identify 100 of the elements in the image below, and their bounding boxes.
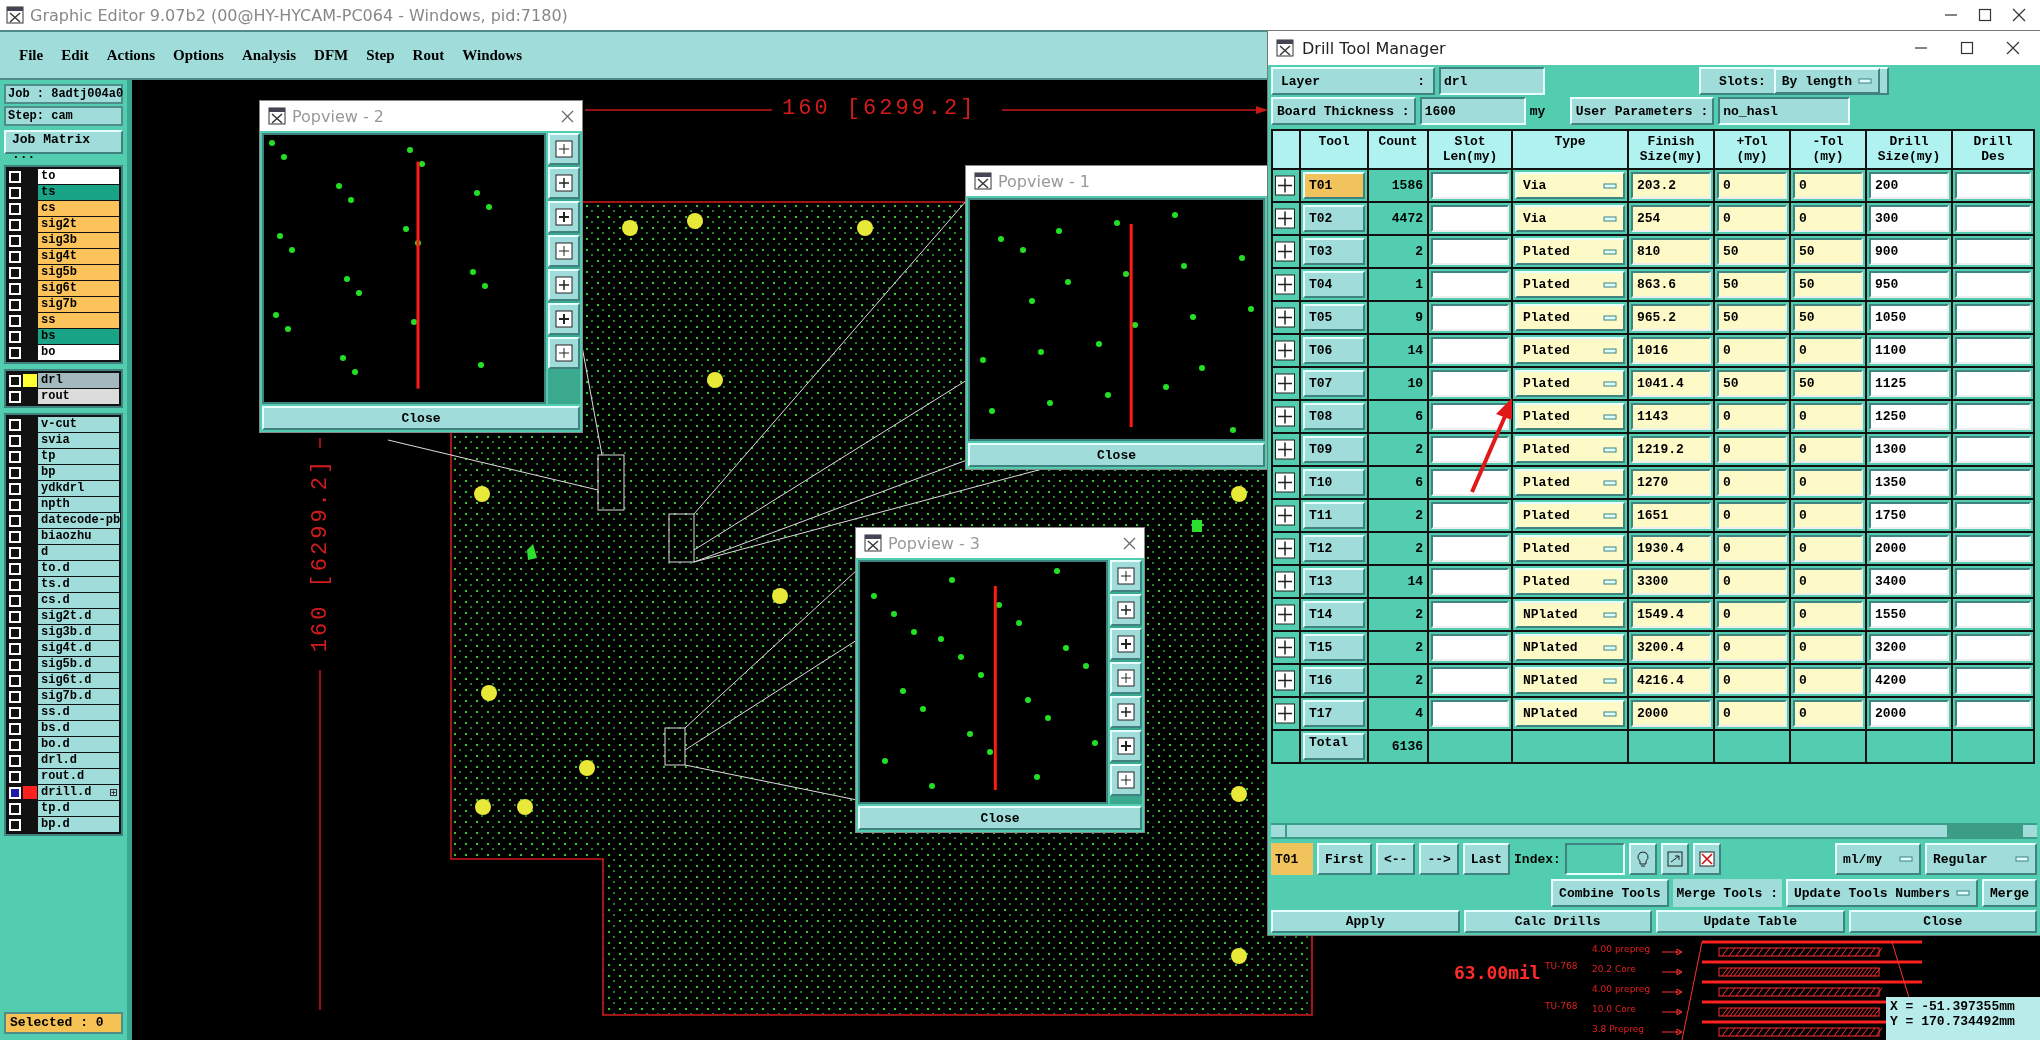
layer-name[interactable]: drill.d — [38, 785, 119, 800]
minus-tolerance-field[interactable]: 0 — [1793, 337, 1863, 364]
layer-name[interactable]: bs — [38, 329, 119, 344]
tool-button[interactable]: T02 — [1303, 205, 1365, 232]
layer-checkbox[interactable] — [9, 170, 21, 183]
drill-designation-field[interactable] — [1955, 535, 2031, 562]
type-dropdown[interactable]: Via — [1515, 205, 1625, 232]
drill-size-field[interactable]: 1350 — [1869, 469, 1949, 496]
finish-size-field[interactable]: 3300 — [1631, 568, 1711, 595]
tool-button[interactable]: T14 — [1303, 601, 1365, 628]
layer-name[interactable]: npth — [38, 497, 119, 512]
menu-item[interactable]: File — [10, 46, 53, 64]
layer-checkbox[interactable] — [9, 418, 21, 431]
plus-tolerance-field[interactable]: 50 — [1717, 238, 1787, 265]
tool-button[interactable]: T07 — [1303, 370, 1365, 397]
drill-designation-field[interactable] — [1955, 238, 2031, 265]
close-button[interactable]: Close — [262, 406, 580, 430]
slot-length-field[interactable] — [1431, 502, 1509, 529]
tool-button[interactable]: T12 — [1303, 535, 1365, 562]
icon-button[interactable] — [1660, 843, 1689, 875]
layer-checkbox[interactable] — [9, 466, 21, 479]
type-dropdown[interactable]: Plated — [1515, 238, 1625, 265]
layer-checkbox[interactable] — [9, 594, 21, 607]
navigation-button[interactable]: Last — [1462, 843, 1511, 875]
navigation-button[interactable]: First — [1317, 843, 1372, 875]
user-parameters-field[interactable]: no_hasl — [1718, 97, 1851, 125]
action-button[interactable]: Apply — [1271, 910, 1460, 933]
layer-name[interactable]: bo.d — [38, 737, 119, 752]
slot-length-field[interactable] — [1431, 205, 1509, 232]
layer-checkbox[interactable] — [9, 498, 21, 511]
view-tool-button[interactable] — [1110, 628, 1142, 660]
minus-tolerance-field[interactable]: 0 — [1793, 535, 1863, 562]
tool-button[interactable]: T06 — [1303, 337, 1365, 364]
drill-designation-field[interactable] — [1955, 700, 2031, 727]
minus-tolerance-field[interactable]: 0 — [1793, 700, 1863, 727]
layer-name[interactable]: sig7b.d — [38, 689, 119, 704]
view-tool-button[interactable] — [1110, 594, 1142, 626]
minus-tolerance-field[interactable]: 0 — [1793, 667, 1863, 694]
maximize-icon[interactable] — [1960, 41, 1974, 55]
menu-item[interactable]: Analysis — [232, 46, 306, 64]
minus-tolerance-field[interactable]: 50 — [1793, 271, 1863, 298]
layer-name[interactable]: ss.d — [38, 705, 119, 720]
layer-name[interactable]: biaozhu — [38, 529, 119, 544]
plus-box-icon[interactable] — [1275, 403, 1295, 430]
drill-size-field[interactable]: 3200 — [1869, 634, 1949, 661]
layer-checkbox[interactable] — [9, 266, 21, 279]
drill-size-field[interactable]: 1300 — [1869, 436, 1949, 463]
drill-size-field[interactable]: 900 — [1869, 238, 1949, 265]
action-button[interactable]: Close — [1848, 910, 2037, 933]
layer-checkbox[interactable] — [9, 610, 21, 623]
layer-checkbox[interactable] — [9, 374, 21, 387]
tool-button[interactable]: T13 — [1303, 568, 1365, 595]
minus-tolerance-field[interactable]: 0 — [1793, 436, 1863, 463]
minus-tolerance-field[interactable]: 50 — [1793, 370, 1863, 397]
layer-name[interactable]: sig5b — [38, 265, 119, 280]
tool-button[interactable]: T03 — [1303, 238, 1365, 265]
minus-tolerance-field[interactable]: 0 — [1793, 403, 1863, 430]
layer-name[interactable]: rout.d — [38, 769, 119, 784]
slot-length-field[interactable] — [1431, 238, 1509, 265]
finish-size-field[interactable]: 863.6 — [1631, 271, 1711, 298]
tool-button[interactable]: T01 — [1303, 172, 1365, 199]
layer-checkbox[interactable] — [9, 818, 21, 831]
drill-size-field[interactable]: 3400 — [1869, 568, 1949, 595]
plus-tolerance-field[interactable]: 0 — [1717, 205, 1787, 232]
drill-designation-field[interactable] — [1955, 337, 2031, 364]
drill-designation-field[interactable] — [1955, 403, 2031, 430]
slot-length-field[interactable] — [1431, 535, 1509, 562]
navigation-button[interactable]: --> — [1419, 843, 1459, 875]
type-dropdown[interactable]: NPlated — [1515, 700, 1625, 727]
type-dropdown[interactable]: Plated — [1515, 469, 1625, 496]
layer-checkbox[interactable] — [9, 546, 21, 559]
menu-item[interactable]: Windows — [453, 46, 531, 64]
tool-button[interactable]: T04 — [1303, 271, 1365, 298]
layer-checkbox[interactable] — [9, 658, 21, 671]
finish-size-field[interactable]: 1651 — [1631, 502, 1711, 529]
close-icon[interactable] — [561, 109, 574, 123]
slot-length-field[interactable] — [1431, 601, 1509, 628]
drill-designation-field[interactable] — [1955, 436, 2031, 463]
icon-button[interactable] — [1692, 843, 1721, 875]
menu-item[interactable]: DFM — [305, 46, 358, 64]
drill-designation-field[interactable] — [1955, 370, 2031, 397]
drill-size-field[interactable]: 2000 — [1869, 700, 1949, 727]
type-dropdown[interactable]: Plated — [1515, 436, 1625, 463]
tool-button[interactable]: T11 — [1303, 502, 1365, 529]
drill-size-field[interactable]: 1750 — [1869, 502, 1949, 529]
drill-designation-field[interactable] — [1955, 172, 2031, 199]
close-icon[interactable] — [2012, 8, 2026, 22]
plus-tolerance-field[interactable]: 0 — [1717, 337, 1787, 364]
layer-checkbox[interactable] — [9, 738, 21, 751]
layer-checkbox[interactable] — [9, 770, 21, 783]
layer-checkbox[interactable] — [9, 514, 21, 527]
finish-size-field[interactable]: 965.2 — [1631, 304, 1711, 331]
layer-checkbox[interactable] — [9, 562, 21, 575]
layer-name[interactable]: to — [38, 169, 119, 184]
drill-size-field[interactable]: 4200 — [1869, 667, 1949, 694]
view-tool-button[interactable] — [548, 303, 580, 335]
units-dropdown[interactable]: ml/my — [1835, 843, 1921, 875]
layer-name[interactable]: sig7b — [38, 297, 119, 312]
finish-size-field[interactable]: 4216.4 — [1631, 667, 1711, 694]
navigation-button[interactable]: <-- — [1376, 843, 1416, 875]
